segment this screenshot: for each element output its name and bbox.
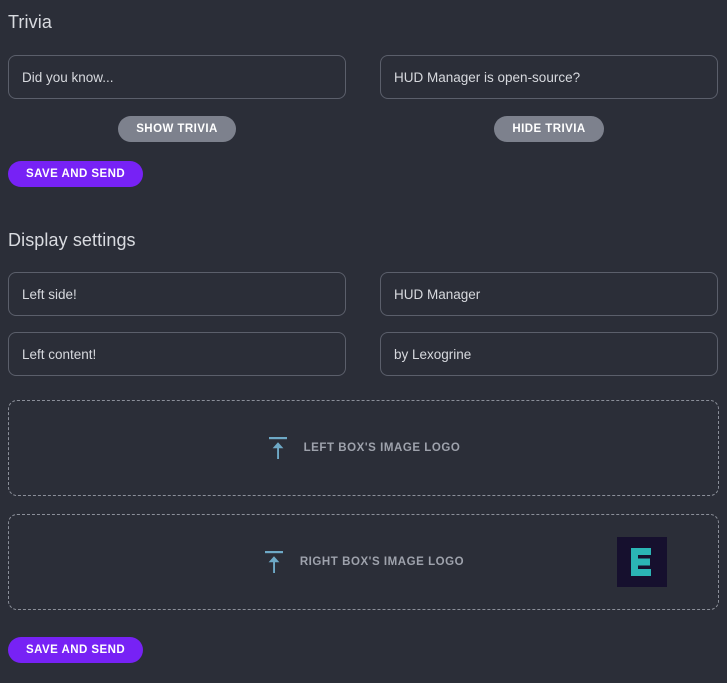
left-box-logo-dropzone[interactable]: Left box's image logo	[8, 400, 719, 496]
left-title-column	[8, 272, 346, 316]
save-and-send-button-trivia[interactable]: Save and send	[8, 161, 143, 187]
page-title-display-settings: Display settings	[8, 231, 136, 249]
right-box-logo-dropzone[interactable]: Right box's image logo	[8, 514, 719, 610]
trivia-question-input[interactable]	[8, 55, 346, 99]
show-trivia-button[interactable]: Show trivia	[118, 116, 236, 142]
save-and-send-button-display[interactable]: Save and send	[8, 637, 143, 663]
right-box-logo-label: Right box's image logo	[300, 556, 464, 568]
hide-trivia-button[interactable]: Hide trivia	[494, 116, 603, 142]
trivia-answer-input[interactable]	[380, 55, 718, 99]
trivia-left-column	[8, 55, 346, 99]
left-box-content-input[interactable]	[8, 332, 346, 376]
right-title-column	[380, 272, 718, 316]
display-contents-row	[8, 332, 719, 376]
right-box-logo-preview	[617, 537, 667, 587]
left-box-logo-label: Left box's image logo	[304, 442, 461, 454]
hud-settings-page: Trivia Show trivia Hide trivia Save and …	[0, 0, 727, 683]
right-box-content-input[interactable]	[380, 332, 718, 376]
page-title-trivia: Trivia	[8, 13, 52, 31]
right-content-column	[380, 332, 718, 376]
trivia-fields-row	[8, 55, 719, 99]
trivia-right-column	[380, 55, 718, 99]
left-content-column	[8, 332, 346, 376]
upload-icon	[267, 436, 289, 460]
display-titles-row	[8, 272, 719, 316]
left-box-logo-dropzone-inner: Left box's image logo	[9, 401, 718, 495]
hide-trivia-button-cell: Hide trivia	[380, 116, 718, 142]
show-trivia-button-cell: Show trivia	[8, 116, 346, 142]
trivia-buttons-row: Show trivia Hide trivia	[8, 116, 719, 142]
upload-icon	[263, 550, 285, 574]
right-box-logo-dropzone-inner: Right box's image logo	[9, 515, 718, 609]
left-box-title-input[interactable]	[8, 272, 346, 316]
right-box-title-input[interactable]	[380, 272, 718, 316]
